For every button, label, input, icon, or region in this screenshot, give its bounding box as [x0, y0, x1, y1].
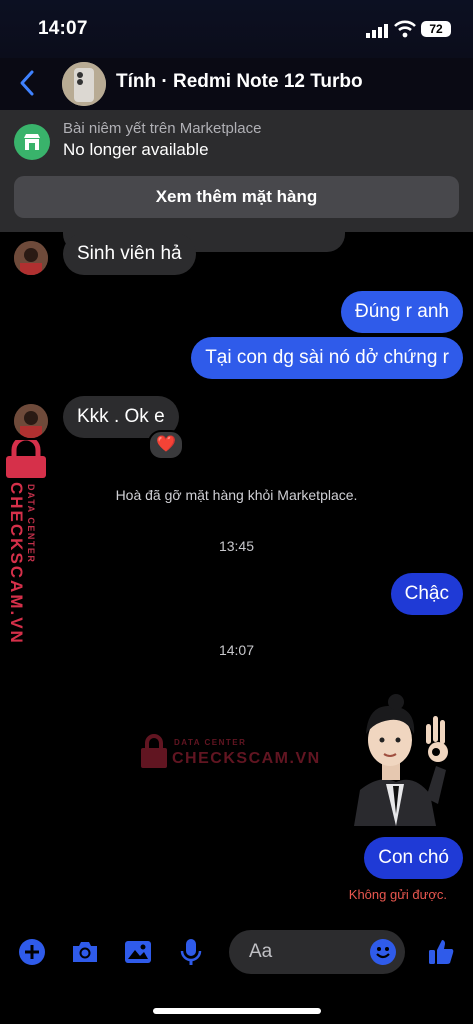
phone-product-image — [62, 62, 106, 106]
image-icon[interactable] — [123, 937, 153, 967]
watermark-brand: CHECKSCAM.VN — [172, 750, 321, 767]
send-failed-label[interactable]: Không gửi được. — [349, 887, 447, 902]
listing-status: No longer available — [63, 140, 209, 159]
message-input[interactable]: Aa — [229, 930, 405, 974]
ok-gesture-sticker[interactable] — [340, 690, 452, 826]
message-bubble[interactable]: Đúng r anh — [340, 291, 463, 333]
microphone-icon[interactable] — [176, 937, 206, 967]
wifi-icon — [394, 20, 416, 38]
message-bubble[interactable]: Con chó — [364, 837, 463, 879]
avatar-image — [14, 404, 48, 438]
message-bubble[interactable]: Chậc — [390, 573, 463, 615]
checkscam-watermark-center: DATA CENTER CHECKSCAM.VN — [140, 732, 319, 774]
battery-indicator: 72 — [421, 21, 451, 37]
status-time: 14:07 — [38, 18, 88, 39]
plus-icon[interactable] — [17, 937, 47, 967]
emoji-icon[interactable] — [369, 938, 397, 966]
message-input-placeholder: Aa — [249, 941, 273, 962]
back-icon[interactable] — [14, 68, 42, 98]
cellular-signal-icon — [366, 24, 388, 38]
avatar-image — [14, 241, 48, 275]
chat-title[interactable]: Tính · Redmi Note 12 Turbo — [116, 71, 363, 93]
watermark-label: DATA CENTER — [174, 738, 247, 747]
chat-header: Tính · Redmi Note 12 Turbo — [0, 58, 473, 110]
store-icon — [24, 134, 40, 150]
like-icon[interactable] — [426, 937, 456, 967]
timestamp: 14:07 — [218, 642, 255, 658]
seller-avatar[interactable] — [62, 62, 106, 106]
lock-icon — [141, 734, 167, 768]
status-bar: 14:07 72 — [0, 0, 473, 60]
listing-subtitle: Bài niêm yết trên Marketplace — [63, 120, 262, 137]
checkscam-watermark-vertical: DATA CENTER CHECKSCAM.VN — [4, 435, 48, 645]
message-bubble[interactable]: Sinh viên hả — [63, 233, 196, 275]
contact-avatar[interactable] — [14, 241, 48, 275]
camera-icon[interactable] — [70, 937, 100, 967]
message-bubble[interactable]: Tại con dg sài nó dở chứng r — [191, 337, 463, 379]
contact-avatar[interactable] — [14, 404, 48, 438]
see-more-items-button[interactable]: Xem thêm mặt hàng — [14, 176, 459, 218]
system-notice: Hoà đã gỡ mặt hàng khỏi Marketplace. — [115, 487, 358, 503]
lock-icon — [6, 435, 46, 478]
marketplace-badge — [14, 124, 50, 160]
watermark-brand: CHECKSCAM.VN — [7, 482, 26, 645]
marketplace-listing-card: Bài niêm yết trên Marketplace No longer … — [0, 110, 473, 232]
heart-reaction[interactable]: ❤️ — [148, 430, 184, 460]
message-composer: Aa — [0, 925, 473, 985]
timestamp: 13:45 — [218, 538, 255, 554]
home-indicator[interactable] — [153, 1008, 321, 1014]
watermark-label: DATA CENTER — [26, 484, 36, 564]
